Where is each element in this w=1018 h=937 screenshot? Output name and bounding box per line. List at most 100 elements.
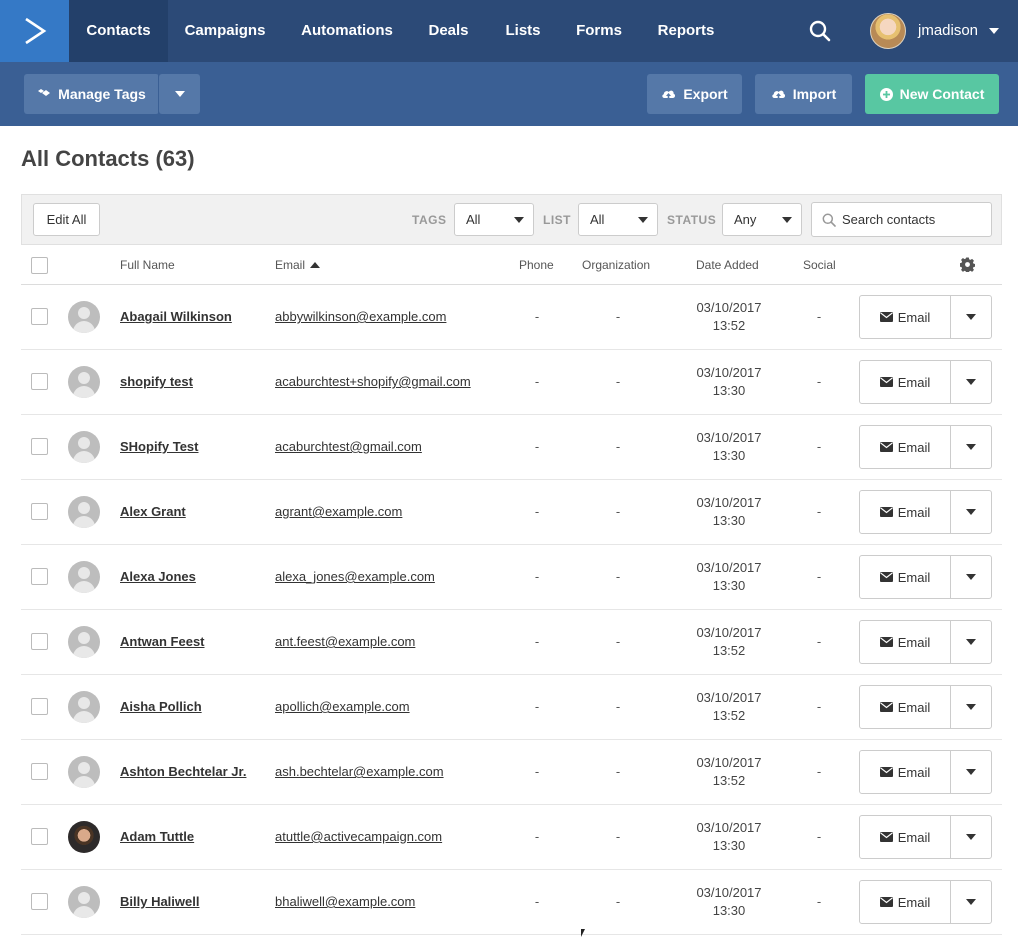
list-filter-select[interactable]: All	[578, 203, 658, 236]
contact-name-link[interactable]: Antwan Feest	[120, 610, 205, 674]
email-options-dropdown[interactable]	[951, 556, 991, 598]
contact-email-link[interactable]: ash.bechtelar@example.com	[275, 740, 444, 804]
user-avatar[interactable]	[870, 13, 906, 49]
email-options-dropdown[interactable]	[951, 816, 991, 858]
contact-email-link[interactable]: abbywilkinson@example.com	[275, 285, 446, 349]
email-contact-button[interactable]: Email	[860, 361, 950, 403]
email-contact-button[interactable]: Email	[860, 296, 950, 338]
contact-email-link[interactable]: ant.feest@example.com	[275, 610, 415, 674]
chevron-down-icon	[966, 379, 976, 385]
email-options-dropdown[interactable]	[951, 491, 991, 533]
email-options-dropdown[interactable]	[951, 686, 991, 728]
column-date-added[interactable]: Date Added	[696, 245, 759, 286]
contact-email-link[interactable]: agrant@example.com	[275, 480, 402, 544]
status-filter-select[interactable]: Any	[722, 203, 802, 236]
nav-lists[interactable]: Lists	[498, 0, 548, 62]
contact-name-link[interactable]: Aisha Pollich	[120, 675, 202, 739]
row-checkbox[interactable]	[31, 438, 48, 455]
row-checkbox[interactable]	[31, 308, 48, 325]
manage-tags-dropdown-button[interactable]	[159, 74, 200, 114]
chevron-down-icon[interactable]	[989, 28, 999, 34]
column-full-name[interactable]: Full Name	[120, 245, 175, 286]
row-checkbox[interactable]	[31, 633, 48, 650]
contact-email-link[interactable]: acaburchtest+shopify@gmail.com	[275, 350, 471, 414]
row-checkbox[interactable]	[31, 568, 48, 585]
table-row: Antwan Feest ant.feest@example.com - - 03/10…	[21, 610, 1002, 675]
nav-contacts[interactable]: Contacts	[69, 0, 168, 62]
column-organization[interactable]: Organization	[582, 245, 650, 286]
nav-deals[interactable]: Deals	[421, 0, 476, 62]
date-added-time: 13:52	[712, 708, 746, 723]
email-options-dropdown[interactable]	[951, 881, 991, 923]
email-options-dropdown[interactable]	[951, 426, 991, 468]
select-all-checkbox[interactable]	[31, 257, 48, 274]
chevron-down-icon	[782, 217, 792, 223]
edit-all-button[interactable]: Edit All	[33, 203, 100, 236]
new-contact-button[interactable]: New Contact	[865, 74, 999, 114]
contact-email-link[interactable]: alexa_jones@example.com	[275, 545, 435, 609]
user-placeholder-icon	[68, 431, 100, 463]
row-checkbox[interactable]	[31, 763, 48, 780]
column-phone[interactable]: Phone	[519, 245, 554, 286]
contact-name-link[interactable]: SHopify Test	[120, 415, 199, 479]
column-email[interactable]: Email	[275, 245, 321, 286]
contact-email-link[interactable]: acaburchtest@gmail.com	[275, 415, 422, 479]
chevron-logo-icon	[24, 17, 46, 45]
row-checkbox[interactable]	[31, 828, 48, 845]
nav-campaigns[interactable]: Campaigns	[174, 0, 276, 62]
email-contact-button[interactable]: Email	[860, 556, 950, 598]
email-contact-button[interactable]: Email	[860, 686, 950, 728]
import-button[interactable]: Import	[755, 74, 852, 114]
nav-reports[interactable]: Reports	[650, 0, 722, 62]
export-button[interactable]: Export	[647, 74, 742, 114]
email-contact-button[interactable]: Email	[860, 491, 950, 533]
tags-filter-select[interactable]: All	[454, 203, 534, 236]
row-checkbox[interactable]	[31, 503, 48, 520]
contact-email-link[interactable]: bhaliwell@example.com	[275, 870, 415, 934]
nav-forms[interactable]: Forms	[568, 0, 630, 62]
contact-name-link[interactable]: Alexa Jones	[120, 545, 196, 609]
email-contact-button[interactable]: Email	[860, 751, 950, 793]
email-button-label: Email	[897, 439, 931, 455]
email-options-dropdown[interactable]	[951, 751, 991, 793]
email-button-label: Email	[897, 569, 931, 585]
email-contact-button[interactable]: Email	[860, 881, 950, 923]
nav-automations[interactable]: Automations	[290, 0, 404, 62]
contact-phone: -	[534, 504, 540, 519]
column-social[interactable]: Social	[803, 245, 836, 286]
email-contact-button[interactable]: Email	[860, 426, 950, 468]
contact-name-link[interactable]: Abagail Wilkinson	[120, 285, 232, 349]
envelope-icon	[879, 637, 893, 647]
contact-email-link[interactable]: apollich@example.com	[275, 675, 410, 739]
envelope-icon	[879, 312, 893, 322]
contact-name-link[interactable]: Alex Grant	[120, 480, 186, 544]
row-checkbox[interactable]	[31, 373, 48, 390]
row-checkbox[interactable]	[31, 698, 48, 715]
cloud-upload-icon	[662, 90, 676, 99]
contact-name-link[interactable]: Adam Tuttle	[120, 805, 194, 869]
email-contact-button[interactable]: Email	[860, 621, 950, 663]
manage-tags-button[interactable]: Manage Tags	[24, 74, 159, 114]
contact-date-added: 03/10/2017 13:52	[679, 689, 779, 725]
search-contacts-input[interactable]	[811, 202, 992, 237]
date-added-time: 13:30	[712, 578, 746, 593]
contact-social: -	[816, 894, 822, 909]
username[interactable]: jmadison	[918, 0, 978, 62]
envelope-icon	[879, 507, 893, 517]
contact-name-link[interactable]: shopify test	[120, 350, 193, 414]
email-options-dropdown[interactable]	[951, 296, 991, 338]
contact-name-link[interactable]: Ashton Bechtelar Jr.	[120, 740, 246, 804]
row-checkbox[interactable]	[31, 893, 48, 910]
column-settings-button[interactable]	[959, 257, 976, 274]
date-added-date: 03/10/2017	[696, 560, 762, 575]
email-options-dropdown[interactable]	[951, 621, 991, 663]
date-added-date: 03/10/2017	[696, 820, 762, 835]
email-contact-button[interactable]: Email	[860, 816, 950, 858]
email-options-dropdown[interactable]	[951, 361, 991, 403]
contact-organization: -	[615, 764, 621, 779]
email-button-label: Email	[897, 634, 931, 650]
app-logo[interactable]	[0, 0, 69, 62]
contact-email-link[interactable]: atuttle@activecampaign.com	[275, 805, 442, 869]
contact-name-link[interactable]: Billy Haliwell	[120, 870, 199, 934]
global-search-button[interactable]	[805, 16, 835, 46]
